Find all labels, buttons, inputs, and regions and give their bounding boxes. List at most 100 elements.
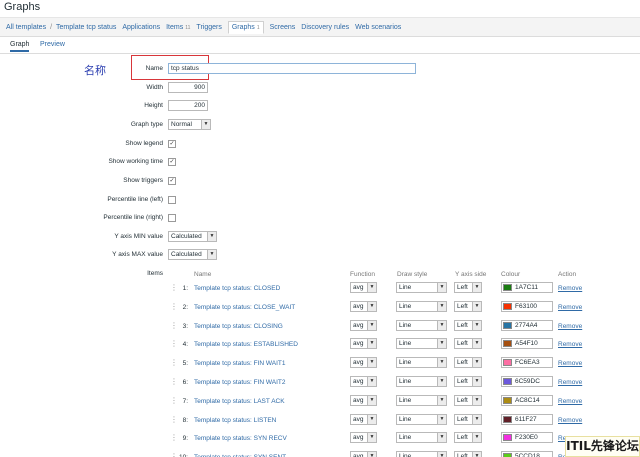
remove-link[interactable]: Remove [558,398,582,405]
item-name-link[interactable]: Template tcp status: CLOSE_WAIT [194,304,295,311]
colour-input[interactable]: 1A7C11 [501,282,553,293]
y-axis-side-select[interactable]: Left ▼ [454,357,482,369]
function-select[interactable]: avg ▼ [350,432,377,444]
show-legend-checkbox[interactable]: ✓ [168,140,176,148]
draw-style-select[interactable]: Line ▼ [396,319,447,331]
draw-style-value: Line [399,284,412,291]
remove-link[interactable]: Remove [558,379,582,386]
function-select[interactable]: avg ▼ [350,338,377,350]
function-select[interactable]: avg ▼ [350,282,377,293]
name-input[interactable]: tcp status [168,63,416,74]
drag-handle-icon[interactable]: ⋮ [170,302,178,313]
drag-handle-icon[interactable]: ⋮ [170,434,178,444]
y-axis-side-select[interactable]: Left ▼ [454,413,482,425]
nav-screens[interactable]: Screens [270,24,296,31]
drag-handle-icon[interactable]: ⋮ [170,396,178,407]
draw-style-select[interactable]: Line ▼ [396,394,447,406]
colour-swatch[interactable] [503,453,512,457]
y-axis-side-select[interactable]: Left ▼ [454,432,482,444]
drag-handle-icon[interactable]: ⋮ [170,321,178,332]
item-name-link[interactable]: Template tcp status: CLOSING [194,323,283,330]
draw-style-select[interactable]: Line ▼ [396,413,447,425]
colour-input[interactable]: AC8C14 [501,394,553,406]
colour-swatch[interactable] [503,378,512,385]
colour-swatch[interactable] [503,284,512,291]
ymax-label: Y axis MAX value [112,251,163,258]
drag-handle-icon[interactable]: ⋮ [170,359,178,369]
colour-swatch[interactable] [503,396,512,404]
function-select[interactable]: avg ▼ [350,376,377,387]
colour-swatch[interactable] [503,340,512,348]
remove-link[interactable]: Remove [558,285,582,292]
item-name-link[interactable]: Template tcp status: CLOSED [194,285,280,292]
function-select[interactable]: avg ▼ [350,451,377,457]
drag-handle-icon[interactable]: ⋮ [170,340,178,350]
width-input[interactable]: 900 [168,82,208,93]
remove-link[interactable]: Remove [558,360,582,367]
show-triggers-checkbox[interactable]: ✓ [168,177,176,185]
item-name-link[interactable]: Template tcp status: ESTABLISHED [194,341,298,348]
draw-style-select[interactable]: Line ▼ [396,338,447,350]
colour-input[interactable]: FC6EA3 [501,357,553,369]
nav-triggers[interactable]: Triggers [196,24,221,31]
nav-applications[interactable]: Applications [122,24,160,31]
colour-input[interactable]: 2774A4 [501,319,553,331]
colour-input[interactable]: 6C59DC [501,376,553,387]
draw-style-select[interactable]: Line ▼ [396,357,447,369]
y-axis-side-select[interactable]: Left ▼ [454,282,482,293]
colour-input[interactable]: 5CCD18 [501,451,553,457]
function-select[interactable]: avg ▼ [350,319,377,331]
function-select[interactable]: avg ▼ [350,394,377,406]
colour-input[interactable]: F63100 [501,300,553,312]
colour-swatch[interactable] [503,321,512,329]
y-axis-side-select[interactable]: Left ▼ [454,319,482,331]
nav-graphs[interactable]: Graphs 1 [227,20,264,34]
colour-input[interactable]: A54F10 [501,338,553,350]
draw-style-select[interactable]: Line ▼ [396,376,447,387]
tab-preview[interactable]: Preview [40,41,65,48]
function-select[interactable]: avg ▼ [350,413,377,425]
item-name-link[interactable]: Template tcp status: SYN RECV [194,435,287,442]
colour-swatch[interactable] [503,359,512,367]
item-name-link[interactable]: Template tcp status: LISTEN [194,417,276,424]
nav-items[interactable]: Items 11 [166,24,190,31]
percentile-right-checkbox[interactable] [168,214,176,222]
draw-style-select[interactable]: Line ▼ [396,432,447,444]
show-working-time-checkbox[interactable]: ✓ [168,158,176,166]
item-name-link[interactable]: Template tcp status: LAST ACK [194,398,285,405]
draw-style-select[interactable]: Line ▼ [396,282,447,293]
colour-swatch[interactable] [503,302,512,310]
ymin-select[interactable]: Calculated ▼ [168,231,217,242]
draw-style-select[interactable]: Line ▼ [396,451,447,457]
drag-handle-icon[interactable]: ⋮ [170,378,178,388]
remove-link[interactable]: Remove [558,417,582,424]
y-axis-side-select[interactable]: Left ▼ [454,300,482,312]
y-axis-side-select[interactable]: Left ▼ [454,451,482,457]
nav-web-scenarios[interactable]: Web scenarios [355,24,401,31]
colour-swatch[interactable] [503,415,512,423]
nav-all-templates[interactable]: All templates [6,24,46,31]
function-select[interactable]: avg ▼ [350,357,377,369]
height-input[interactable]: 200 [168,100,208,111]
nav-template-tcp-status[interactable]: Template tcp status [56,24,116,31]
remove-link[interactable]: Remove [558,323,582,330]
y-axis-side-select[interactable]: Left ▼ [454,394,482,406]
percentile-left-checkbox[interactable] [168,196,176,204]
item-name-link[interactable]: Template tcp status: FIN WAIT2 [194,379,286,386]
nav-discovery-rules[interactable]: Discovery rules [301,24,349,31]
y-axis-side-select[interactable]: Left ▼ [454,376,482,387]
draw-style-select[interactable]: Line ▼ [396,300,447,312]
remove-link[interactable]: Remove [558,341,582,348]
drag-handle-icon[interactable]: ⋮ [170,415,178,426]
colour-input[interactable]: 611F27 [501,413,553,425]
item-name-link[interactable]: Template tcp status: FIN WAIT1 [194,360,286,367]
drag-handle-icon[interactable]: ⋮ [170,284,178,294]
remove-link[interactable]: Remove [558,304,582,311]
graph-type-select[interactable]: Normal ▼ [168,119,211,130]
colour-input[interactable]: F230E0 [501,432,553,444]
ymax-select[interactable]: Calculated ▼ [168,249,217,260]
y-axis-side-select[interactable]: Left ▼ [454,338,482,350]
colour-swatch[interactable] [503,434,512,442]
function-select[interactable]: avg ▼ [350,300,377,312]
tab-graph[interactable]: Graph [10,41,30,52]
